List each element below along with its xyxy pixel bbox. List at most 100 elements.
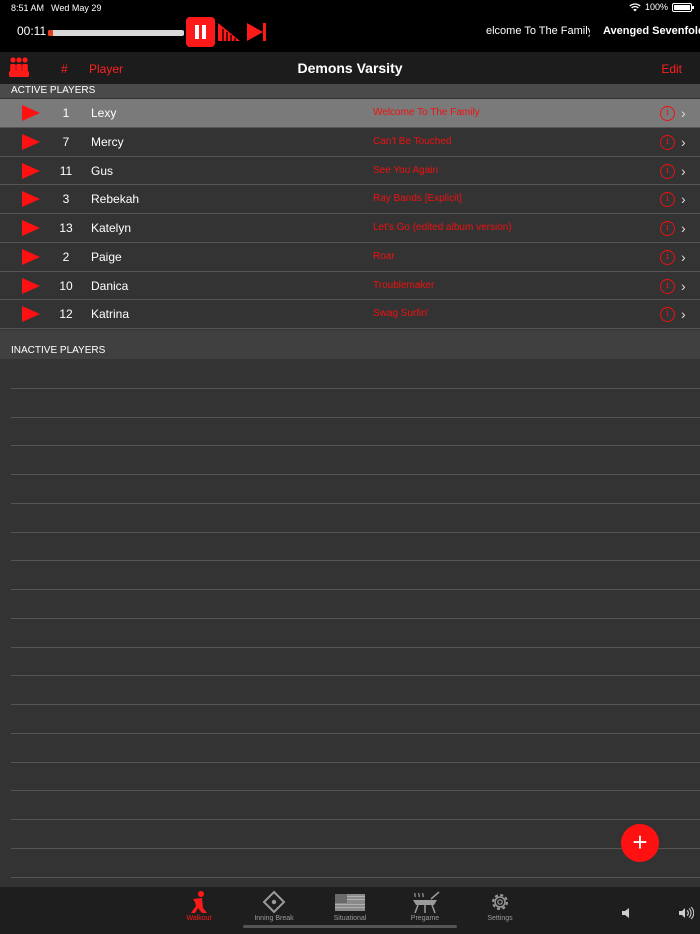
active-players-list: 1 Lexy Welcome To The Family i › 7 Mercy Can't … [0, 99, 700, 329]
inactive-players-list [0, 359, 700, 887]
progress-bar[interactable] [48, 30, 184, 36]
navigation-bar: # Player Demons Varsity Edit [0, 52, 700, 84]
empty-row-divider [11, 445, 700, 447]
empty-row-divider [11, 732, 700, 734]
tab-situational[interactable]: Situational [315, 890, 385, 922]
diamond-icon [262, 890, 286, 914]
empty-row-divider [11, 646, 700, 648]
inactive-players-header: INACTIVE PLAYERS [0, 330, 700, 359]
player-number: 3 [62, 192, 70, 207]
skip-next-icon[interactable] [246, 21, 268, 43]
player-number: 12 [59, 307, 73, 322]
player-name: Paige [91, 249, 122, 264]
empty-row-divider [11, 704, 700, 705]
chevron-right-icon[interactable]: › [681, 105, 686, 121]
status-date: Wed May 29 [51, 3, 102, 13]
empty-row-divider [11, 416, 700, 418]
status-right: 100% [629, 2, 694, 12]
walkout-song: Can't Be Touched [373, 135, 452, 147]
chevron-right-icon[interactable]: › [681, 134, 686, 150]
player-name: Mercy [91, 134, 124, 149]
player-name: Gus [91, 163, 114, 178]
empty-row-divider [11, 589, 700, 590]
chevron-right-icon[interactable]: › [681, 191, 686, 207]
now-playing-artist: Avenged Sevenfold [603, 25, 700, 37]
tab-bar: Walkout Inning Break Situational Pregame [0, 887, 700, 934]
tab-label: Inning Break [254, 915, 294, 922]
info-icon[interactable]: i [660, 307, 675, 323]
battery-percent: 100% [644, 2, 668, 12]
player-number: 1 [62, 106, 70, 120]
walkout-song: See You Again [373, 164, 439, 176]
info-icon[interactable]: i [660, 221, 675, 236]
info-icon[interactable]: i [660, 163, 675, 179]
walkout-song: Troublemaker [373, 279, 435, 291]
chevron-right-icon[interactable]: › [681, 306, 686, 322]
now-playing-song: elcome To The Family [486, 25, 590, 37]
play-icon[interactable] [22, 133, 40, 150]
player-name: Rebekah [91, 192, 140, 207]
empty-row-divider [11, 790, 700, 792]
tab-settings[interactable]: Settings [465, 890, 535, 922]
player-row[interactable]: 10 Danica Troublemaker i › [0, 271, 700, 301]
player-name: Katelyn [91, 221, 132, 235]
play-icon[interactable] [22, 191, 40, 208]
elapsed-time: 00:11 [17, 24, 47, 38]
play-icon[interactable] [22, 306, 40, 323]
walkout-song: Ray Bands [Explicit] [373, 193, 462, 205]
player-name: Lexy [91, 106, 117, 120]
chevron-right-icon[interactable]: › [681, 249, 686, 265]
tab-inning-break[interactable]: Inning Break [239, 890, 309, 922]
info-icon[interactable]: i [660, 249, 675, 265]
pause-button[interactable] [186, 17, 215, 47]
grill-icon [413, 891, 440, 914]
play-icon[interactable] [22, 105, 40, 121]
walkout-song: Roar [373, 250, 395, 262]
volume-down-icon[interactable] [620, 907, 632, 919]
player-row[interactable]: 2 Paige Roar i › [0, 242, 700, 272]
now-playing-bar: 00:11 elcome To The Family Avenged Seven… [0, 16, 700, 52]
play-icon[interactable] [22, 220, 40, 236]
wifi-icon [629, 2, 641, 11]
volume-up-icon[interactable] [678, 906, 694, 920]
tab-scroll-indicator [243, 925, 457, 928]
walkout-song: Swag Surfin' [373, 308, 429, 320]
gear-icon [492, 894, 508, 910]
tab-walkout[interactable]: Walkout [164, 890, 234, 922]
player-row[interactable]: 7 Mercy Can't Be Touched i › [0, 127, 700, 157]
info-icon[interactable]: i [660, 134, 675, 150]
empty-row-divider [11, 819, 700, 820]
player-number: 10 [59, 278, 73, 293]
player-row[interactable]: 11 Gus See You Again i › [0, 156, 700, 186]
play-icon[interactable] [22, 162, 40, 179]
chevron-right-icon[interactable]: › [681, 163, 686, 179]
chevron-right-icon[interactable]: › [681, 220, 686, 236]
player-row[interactable]: 3 Rebekah Ray Bands [Explicit] i › [0, 185, 700, 214]
player-row[interactable]: 12 Katrina Swag Surfin' i › [0, 300, 700, 329]
info-icon[interactable]: i [660, 106, 675, 121]
tab-label: Settings [487, 915, 513, 922]
edit-button[interactable]: Edit [661, 62, 682, 76]
chevron-right-icon[interactable]: › [681, 278, 686, 294]
page-title: Demons Varsity [297, 60, 403, 76]
tab-label: Walkout [186, 915, 212, 922]
info-icon[interactable]: i [660, 192, 675, 208]
flag-icon [335, 894, 365, 911]
battery-icon [672, 2, 694, 12]
player-name: Katrina [91, 307, 130, 322]
empty-row-divider [11, 675, 700, 677]
player-number: 2 [62, 249, 70, 264]
player-number: 13 [59, 221, 73, 235]
player-number: 7 [62, 134, 70, 149]
empty-row-divider [11, 876, 700, 878]
active-players-header: ACTIVE PLAYERS [0, 84, 700, 98]
walkout-song: Welcome To The Family [373, 107, 480, 118]
fade-out-icon[interactable] [218, 21, 240, 43]
player-row[interactable]: 1 Lexy Welcome To The Family i › [0, 99, 700, 128]
player-row[interactable]: 13 Katelyn Let's Go (edited album version)… [0, 214, 700, 243]
play-icon[interactable] [22, 248, 40, 265]
info-icon[interactable]: i [660, 278, 675, 294]
tab-pregame[interactable]: Pregame [390, 890, 460, 922]
add-player-button[interactable]: + [621, 824, 659, 862]
play-icon[interactable] [22, 277, 40, 294]
